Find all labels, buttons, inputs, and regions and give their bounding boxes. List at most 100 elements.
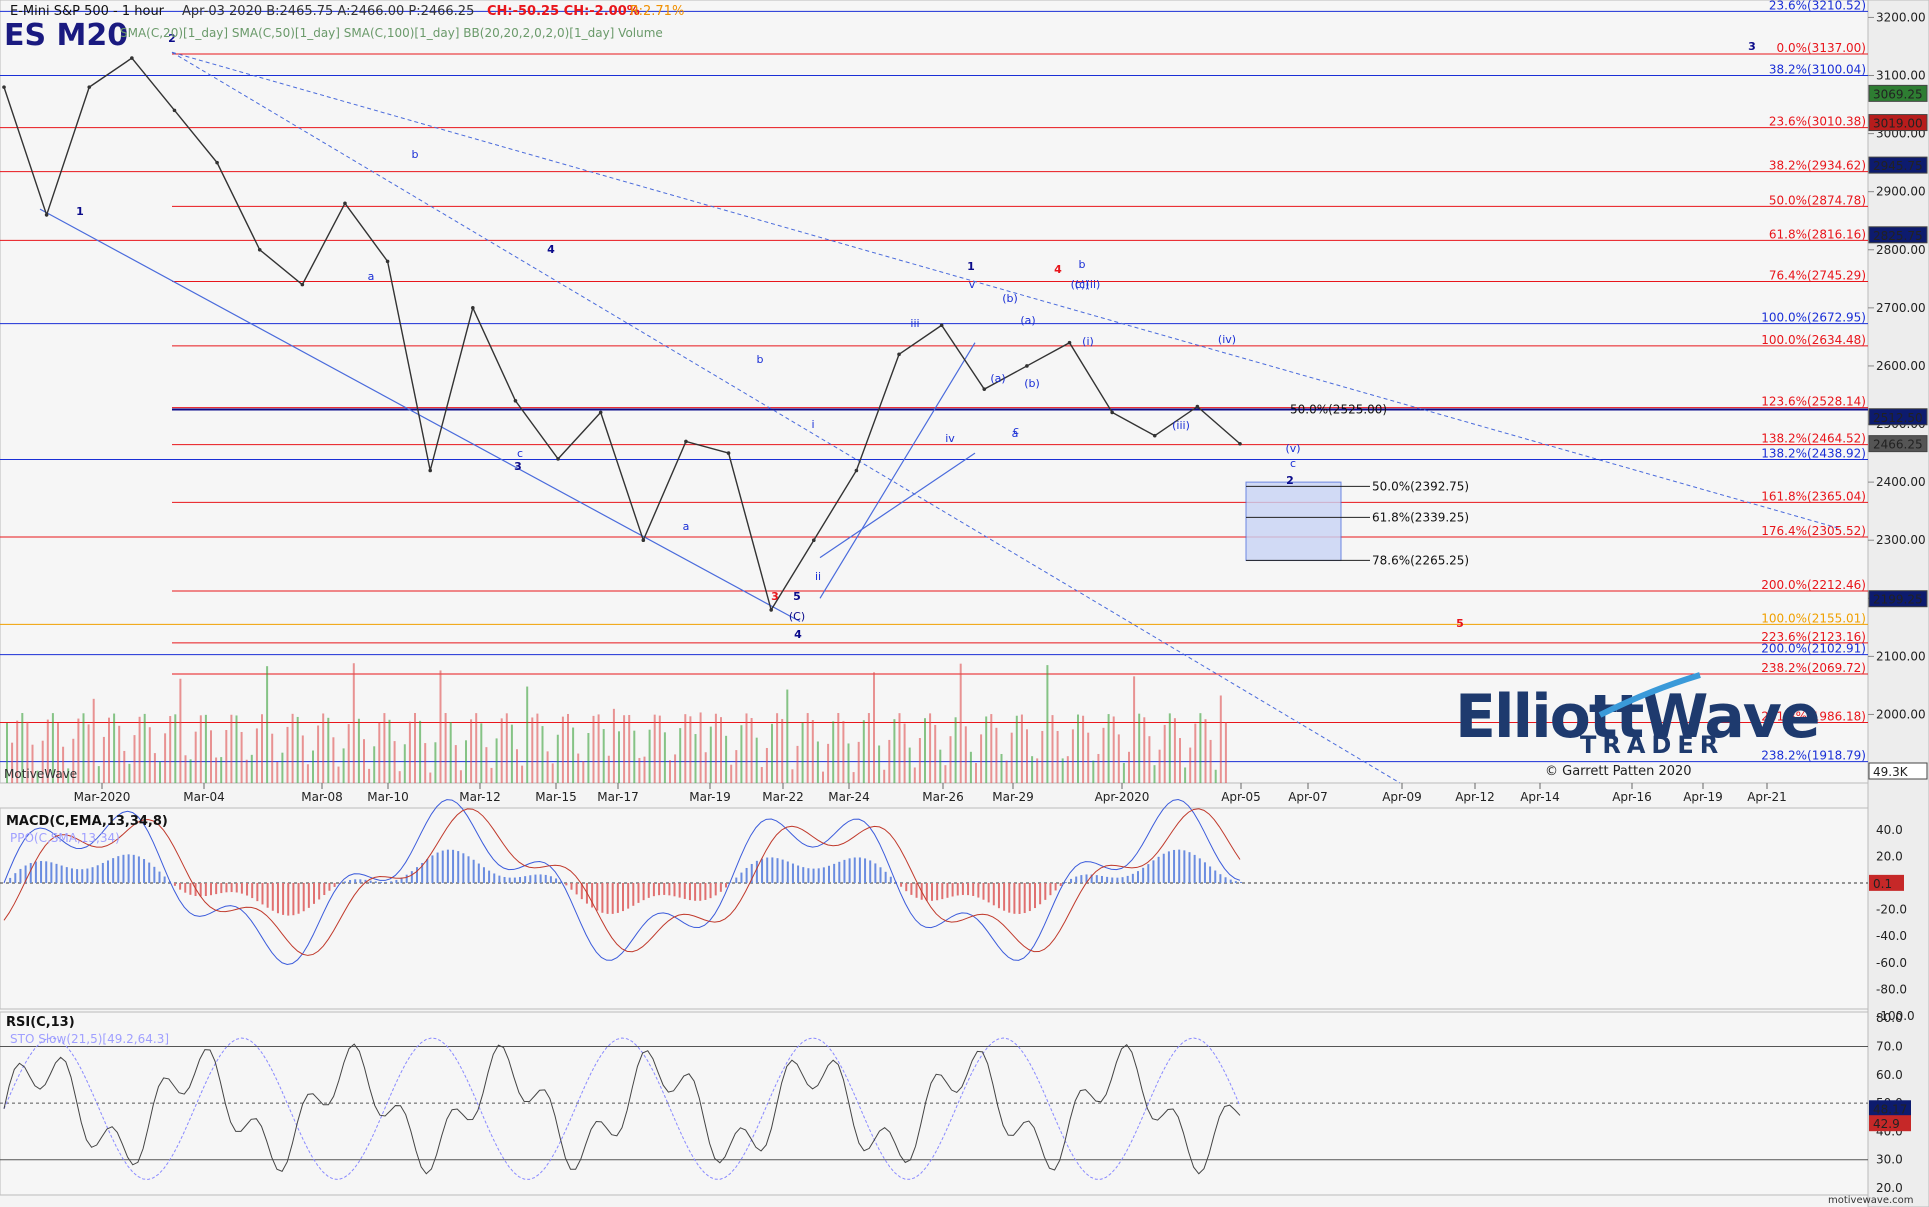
- volume-bar: [827, 743, 830, 783]
- macd-histogram-bar: [1178, 849, 1181, 883]
- price-pane[interactable]: [0, 0, 1869, 784]
- date-tick-label: Apr-19: [1683, 790, 1723, 804]
- volume-bar: [1087, 732, 1090, 783]
- rsi-tick-label: 20.0: [1876, 1181, 1903, 1195]
- volume-bar: [322, 713, 325, 783]
- macd-histogram-bar: [843, 859, 846, 883]
- macd-tick-label: -40.0: [1876, 929, 1907, 943]
- macd-histogram-bar: [1080, 875, 1083, 883]
- volume-bar: [159, 761, 161, 783]
- price-point: [44, 213, 49, 217]
- volume-bar: [1046, 665, 1049, 783]
- volume-bar: [908, 747, 911, 783]
- macd-histogram-bar: [1240, 881, 1242, 883]
- volume-bar: [771, 723, 773, 783]
- price-tick-label: 2700.00: [1876, 301, 1926, 315]
- wave-label: v: [969, 278, 976, 291]
- volume-bar: [995, 727, 998, 783]
- volume-bar: [551, 763, 554, 783]
- volume-bar: [429, 772, 432, 783]
- wave-label: 5: [1456, 617, 1464, 630]
- macd-histogram-bar: [457, 851, 460, 883]
- volume-bar: [444, 713, 447, 783]
- price-point: [982, 387, 987, 391]
- volume-bar: [454, 745, 457, 783]
- macd-histogram-bar: [1018, 883, 1021, 914]
- macd-histogram-bar: [173, 883, 176, 886]
- macd-pane[interactable]: [0, 807, 1869, 1010]
- macd-histogram-bar: [513, 877, 516, 883]
- macd-histogram-bar: [1049, 883, 1052, 896]
- volume-bar: [271, 733, 274, 783]
- macd-histogram-bar: [137, 856, 140, 883]
- rsi-pane[interactable]: [0, 1011, 1869, 1196]
- macd-histogram-bar: [1070, 878, 1073, 883]
- fib-50-label: 50.0%(2525.00): [1290, 403, 1387, 417]
- fib-level-label: 200.0%(2212.46): [1761, 578, 1866, 592]
- volume-bar: [113, 713, 116, 783]
- volume-bar: [1153, 765, 1156, 783]
- price-point: [172, 108, 177, 113]
- macd-histogram-bar: [333, 883, 336, 887]
- macd-histogram-bar: [549, 876, 552, 883]
- volume-bar: [689, 716, 692, 783]
- volume-bar: [128, 763, 131, 783]
- volume-bar: [363, 739, 365, 783]
- macd-histogram-bar: [596, 883, 599, 911]
- macd-histogram-bar: [349, 880, 352, 883]
- macd-histogram-bar: [848, 858, 851, 883]
- macd-histogram-bar: [663, 883, 666, 895]
- macd-histogram-bar: [251, 883, 254, 899]
- fib-level-label: 138.2%(2464.52): [1761, 432, 1866, 446]
- macd-histogram-bar: [1054, 883, 1057, 891]
- volume-bar: [806, 713, 809, 783]
- fib-level-label: 100.0%(2155.01): [1761, 611, 1866, 625]
- volume-bar: [684, 714, 687, 783]
- date-tick-label: Mar-2020: [74, 790, 131, 804]
- volume-bar: [1066, 756, 1069, 783]
- volume-bar: [388, 719, 391, 783]
- macd-histogram-bar: [246, 883, 249, 896]
- macd-histogram-bar: [611, 883, 614, 914]
- wave-label: 1: [76, 205, 84, 218]
- date-tick-label: Mar-10: [367, 790, 408, 804]
- macd-histogram-bar: [19, 868, 22, 883]
- macd-histogram-bar: [838, 861, 841, 883]
- volume-bar: [495, 738, 498, 783]
- macd-tick-label: -80.0: [1876, 982, 1907, 996]
- macd-histogram-bar: [1183, 850, 1186, 883]
- macd-histogram-bar: [179, 883, 182, 890]
- volume-bar: [1015, 715, 1018, 783]
- volume-bar: [918, 738, 921, 783]
- date-tick-label: Mar-22: [762, 790, 803, 804]
- volume-bar: [888, 739, 891, 783]
- wave-label: 4: [547, 243, 555, 256]
- date-tick-label: Mar-19: [689, 790, 730, 804]
- volume-bar: [306, 764, 309, 783]
- volume-bar: [235, 715, 238, 783]
- volume-bar: [408, 721, 411, 783]
- volume-bar: [143, 713, 146, 783]
- rsi-tick-label: 70.0: [1876, 1040, 1903, 1054]
- volume-bar: [465, 740, 467, 783]
- price-tick-label: 2600.00: [1876, 359, 1926, 373]
- macd-histogram-bar: [1044, 883, 1047, 900]
- volume-bar: [612, 708, 615, 783]
- date-tick-label: Apr-09: [1382, 790, 1422, 804]
- macd-histogram-bar: [889, 876, 892, 883]
- macd-histogram-bar: [385, 881, 388, 883]
- volume-bar: [796, 745, 799, 783]
- macd-histogram-bar: [1064, 882, 1067, 883]
- wave-label: iii: [910, 317, 919, 330]
- volume-bar: [138, 716, 141, 783]
- volume-bar: [541, 726, 544, 783]
- volume-bar: [878, 745, 881, 783]
- macd-histogram-bar: [905, 883, 908, 892]
- volume-bar: [383, 713, 386, 783]
- volume-bar: [592, 715, 595, 783]
- symbol-label: ES M20: [4, 18, 128, 53]
- date-tick-label: Mar-15: [535, 790, 576, 804]
- volume-bar: [255, 728, 258, 783]
- wave-label: 5: [793, 590, 801, 603]
- macd-histogram-bar: [1095, 875, 1098, 883]
